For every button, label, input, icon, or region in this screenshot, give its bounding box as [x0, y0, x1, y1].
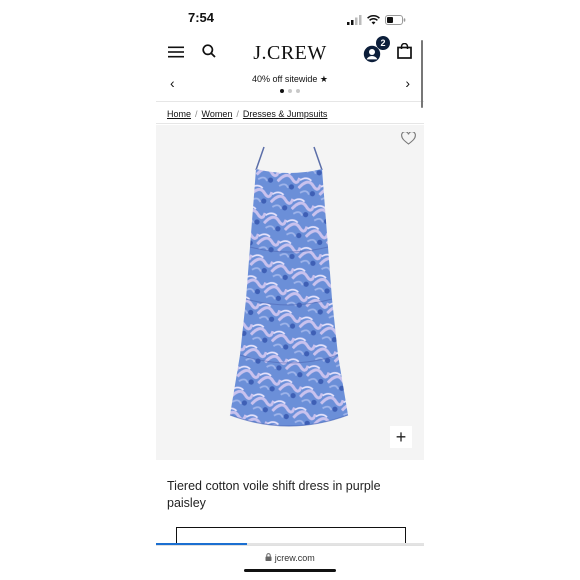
header-right-actions: 2	[363, 35, 412, 64]
home-indicator[interactable]	[244, 569, 336, 572]
phone-screen: 7:54 J.CREW 2 ‹ 40% off sitewide ★ › Hom…	[156, 0, 424, 580]
promo-text: 40% off sitewide	[252, 74, 318, 84]
product-title: Tiered cotton voile shift dress in purpl…	[167, 479, 381, 510]
browser-url-bar[interactable]: jcrew.com	[156, 545, 424, 580]
carousel-dots	[156, 89, 424, 93]
carousel-dot[interactable]	[296, 89, 300, 93]
url-display[interactable]: jcrew.com	[156, 553, 424, 563]
status-icons	[347, 12, 406, 30]
page-scrollbar[interactable]	[421, 40, 423, 108]
breadcrumb-divider	[156, 123, 424, 124]
shopping-bag-icon[interactable]	[397, 42, 412, 64]
notification-badge: 2	[376, 35, 390, 50]
breadcrumb-women[interactable]: Women	[202, 109, 233, 119]
status-bar: 7:54	[156, 0, 424, 34]
product-image-panel[interactable]: +	[156, 125, 424, 460]
battery-icon	[385, 12, 406, 30]
wifi-icon	[367, 12, 380, 30]
promo-details-icon: ★	[319, 74, 328, 84]
url-text: jcrew.com	[274, 553, 315, 563]
status-time: 7:54	[188, 10, 215, 25]
carousel-dot[interactable]	[280, 89, 284, 93]
breadcrumb-home[interactable]: Home	[167, 109, 191, 119]
breadcrumb-separator: /	[236, 109, 239, 119]
lock-icon	[265, 553, 275, 563]
breadcrumb-dresses[interactable]: Dresses & Jumpsuits	[243, 109, 328, 119]
heart-icon[interactable]	[401, 131, 416, 150]
carousel-dot[interactable]	[288, 89, 292, 93]
site-header: J.CREW 2	[156, 35, 424, 70]
promo-divider	[156, 101, 424, 102]
dress-image	[229, 146, 349, 427]
promo-next-arrow[interactable]: ›	[405, 76, 410, 90]
promo-banner: ‹ 40% off sitewide ★ ›	[156, 70, 424, 100]
promo-message[interactable]: 40% off sitewide ★	[156, 74, 424, 85]
zoom-plus-button[interactable]: +	[390, 426, 412, 448]
account-button[interactable]: 2	[363, 35, 390, 63]
breadcrumb: Home / Women / Dresses & Jumpsuits	[167, 109, 327, 119]
dress-illustration	[229, 146, 349, 427]
signal-icon	[347, 12, 362, 30]
breadcrumb-separator: /	[195, 109, 198, 119]
